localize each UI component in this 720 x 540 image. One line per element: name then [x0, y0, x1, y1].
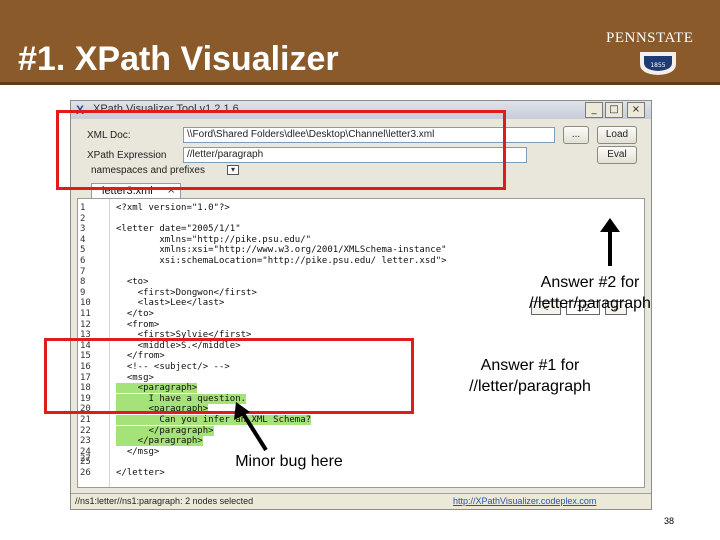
- answer1-line2: //letter/paragraph: [469, 378, 591, 395]
- code-text: xmlns:xsi="http://www.w3.org/2001/XMLSch…: [116, 245, 447, 256]
- code-line: <last>Lee</last>: [116, 298, 225, 309]
- browse-button[interactable]: ...: [563, 126, 589, 144]
- code-line-highlighted: Can you infer an XML Schema?: [116, 415, 312, 425]
- code-line: <from>: [116, 319, 160, 330]
- code-line: <?xml version="1.0"?>: [116, 203, 230, 213]
- line-number: 2: [80, 213, 86, 224]
- code-text: <from>: [116, 319, 160, 330]
- load-button[interactable]: Load: [597, 126, 637, 144]
- code-line-highlighted: </paragraph>: [116, 436, 203, 447]
- logo-year: 1855: [650, 62, 665, 69]
- line-number: 27: [80, 454, 91, 464]
- code-text: xmlns="http://pike.psu.edu/": [116, 234, 312, 245]
- arrow-up-left-icon: [234, 402, 268, 452]
- answer1-line1: Answer #1 for: [480, 357, 580, 374]
- code-text: </msg>: [116, 446, 160, 457]
- code-text: <to>: [116, 277, 149, 288]
- shield-icon: 1855: [640, 52, 676, 75]
- answer2-line1: Answer #2 for: [540, 274, 640, 291]
- answer2-line2: //letter/paragraph: [529, 295, 651, 312]
- code-text: <letter date="2005/1/1": [116, 224, 241, 235]
- maximize-button[interactable]: □: [605, 102, 623, 118]
- line-number: 23: [80, 436, 91, 447]
- code-line: </msg>: [116, 446, 160, 457]
- status-text: //ns1:letter//ns1:paragraph: 2 nodes sel…: [75, 496, 254, 506]
- status-bar: //ns1:letter//ns1:paragraph: 2 nodes sel…: [71, 493, 651, 509]
- code-line-highlighted: </paragraph>: [116, 425, 214, 436]
- slide-title: #1. XPath Visualizer: [18, 40, 339, 78]
- code-text: </letter>: [116, 468, 165, 478]
- line-number: 22: [80, 425, 91, 436]
- annotation-box-answer1: [44, 338, 414, 414]
- codeplex-link[interactable]: http://XPathVisualizer.codeplex.com: [453, 496, 596, 506]
- arrow-up-icon: [600, 218, 620, 266]
- line-number: 5: [80, 245, 86, 256]
- code-line: <to>: [116, 277, 149, 287]
- close-button[interactable]: ×: [627, 102, 645, 118]
- bug-annotation: Minor bug here: [235, 453, 343, 470]
- line-number: 4: [80, 234, 86, 245]
- line-number: 9: [80, 287, 86, 298]
- code-text: </to>: [116, 309, 154, 319]
- line-number: 3: [80, 224, 86, 235]
- slide-header: #1. XPath Visualizer PENNSTATE 1855: [0, 0, 720, 85]
- line-number: 1: [80, 203, 86, 213]
- minimize-button[interactable]: _: [585, 102, 603, 118]
- code-text: <first>Dongwon</first>: [116, 287, 257, 298]
- code-line: </letter>: [116, 468, 165, 478]
- slide-number: 38: [664, 516, 675, 526]
- line-number: 12: [80, 319, 91, 330]
- code-line: <letter date="2005/1/1": [116, 224, 241, 234]
- answer1-annotation: Answer #1 for //letter/paragraph: [450, 355, 610, 397]
- code-text: Can you infer an XML Schema?: [116, 415, 312, 425]
- logo-text: PENNSTATE: [606, 30, 694, 46]
- line-number: 26: [80, 468, 91, 478]
- line-number: 21: [80, 415, 91, 425]
- code-text: <last>Lee</last>: [116, 298, 225, 309]
- code-line: <first>Dongwon</first>: [116, 288, 257, 298]
- annotation-box-inputs: [56, 110, 506, 190]
- code-line: xsi:schemaLocation="http://pike.psu.edu/…: [116, 256, 447, 266]
- line-number: 6: [80, 256, 86, 266]
- code-line: </to>: [116, 309, 154, 319]
- pennstate-logo: PENNSTATE 1855: [606, 30, 710, 78]
- code-line: xmlns:xsi="http://www.w3.org/2001/XMLSch…: [116, 245, 447, 256]
- line-number: 10: [80, 298, 91, 309]
- eval-button[interactable]: Eval: [597, 146, 637, 164]
- code-text: <?xml version="1.0"?>: [116, 203, 230, 213]
- line-number: 11: [80, 309, 91, 319]
- line-number: 8: [80, 277, 86, 288]
- code-text: </paragraph>: [116, 425, 214, 436]
- code-text: </paragraph>: [116, 436, 203, 447]
- code-line: xmlns="http://pike.psu.edu/": [116, 235, 311, 245]
- answer2-annotation: Answer #2 for //letter/paragraph: [510, 272, 670, 314]
- code-text: xsi:schemaLocation="http://pike.psu.edu/…: [116, 256, 447, 266]
- line-number: 7: [80, 266, 86, 277]
